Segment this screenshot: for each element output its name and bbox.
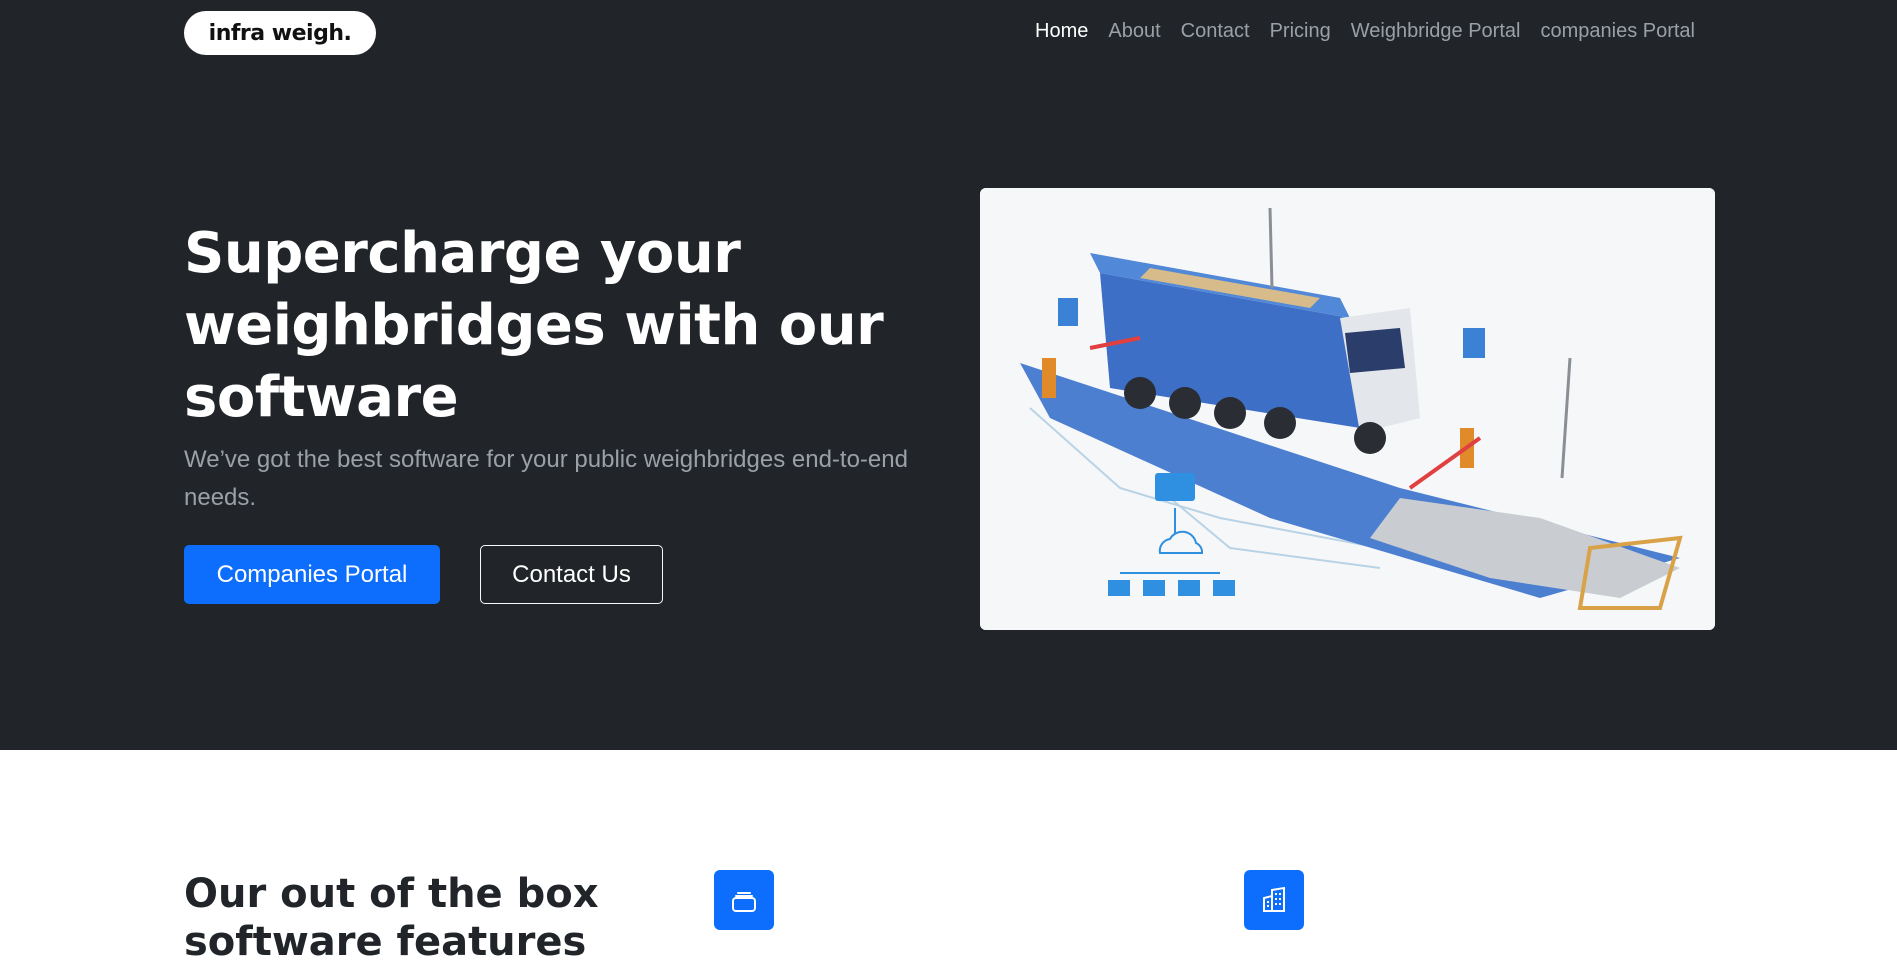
brand-logo[interactable]: infra weigh. [184, 11, 376, 55]
nav-item-pricing[interactable]: Pricing [1260, 20, 1341, 43]
nav-item-home[interactable]: Home [1025, 20, 1098, 43]
nav-item-about[interactable]: About [1098, 20, 1170, 43]
nav-links: Home About Contact Pricing Weighbridge P… [1025, 20, 1705, 43]
companies-portal-button[interactable]: Companies Portal [184, 545, 440, 604]
hero-headline: Supercharge your weighbridges with our s… [184, 221, 884, 430]
features-title: Our out of the box software features [184, 871, 599, 965]
weighbridge-truck-illustration [980, 188, 1715, 630]
navbar: infra weigh. Home About Contact Pricing … [0, 0, 1897, 68]
nav-item-companies-portal[interactable]: companies Portal [1530, 20, 1705, 43]
collection-icon [714, 870, 774, 930]
nav-item-contact[interactable]: Contact [1171, 20, 1260, 43]
contact-us-button[interactable]: Contact Us [480, 545, 663, 604]
hero-subtext: We’ve got the best software for your pub… [184, 446, 908, 511]
building-icon [1244, 870, 1304, 930]
hero-section: infra weigh. Home About Contact Pricing … [0, 0, 1897, 750]
nav-item-weighbridge-portal[interactable]: Weighbridge Portal [1341, 20, 1531, 43]
